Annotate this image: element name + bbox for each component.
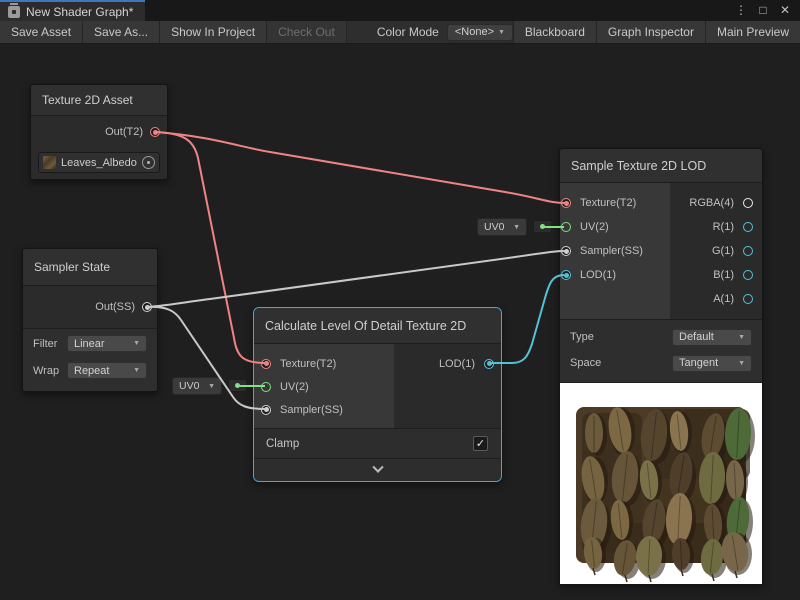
port-in-sampler[interactable] xyxy=(261,405,271,415)
wrap-dropdown[interactable]: Repeat ▼ xyxy=(67,362,147,379)
graph-inspector-toggle-button[interactable]: Graph Inspector xyxy=(597,21,706,43)
port-label-texture: Texture(T2) xyxy=(580,197,636,209)
shader-graph-asset-icon xyxy=(8,6,20,18)
color-mode-dropdown[interactable]: <None> ▼ xyxy=(447,24,513,41)
port-out-b[interactable] xyxy=(743,270,753,280)
node-title: Sampler State xyxy=(23,249,157,286)
port-label-sampler: Sampler(SS) xyxy=(280,404,343,416)
port-label-texture: Texture(T2) xyxy=(280,358,336,370)
uv-port-dot-icon xyxy=(235,383,240,388)
filter-dropdown[interactable]: Linear ▼ xyxy=(67,335,147,352)
type-label: Type xyxy=(570,331,672,343)
uv-connector-sample xyxy=(533,220,552,233)
color-mode-label: Color Mode xyxy=(347,21,447,43)
node-title: Calculate Level Of Detail Texture 2D xyxy=(254,308,501,344)
collapse-chevron-icon xyxy=(372,462,383,473)
node-sample-texture-2d-lod[interactable]: Sample Texture 2D LOD Texture(T2) UV(2) … xyxy=(559,148,763,585)
chevron-down-icon: ▼ xyxy=(498,29,505,36)
node-texture-2d-asset[interactable]: Texture 2D Asset Out(T2) Leaves_Albedo xyxy=(30,84,168,180)
port-in-uv[interactable] xyxy=(561,222,571,232)
texture-preview xyxy=(560,382,762,584)
chevron-down-icon: ▼ xyxy=(738,334,745,341)
port-label-out-ss: Out(SS) xyxy=(95,301,135,313)
space-label: Space xyxy=(570,357,672,369)
port-in-texture[interactable] xyxy=(561,198,571,208)
port-out-g[interactable] xyxy=(743,246,753,256)
check-out-button: Check Out xyxy=(267,21,347,43)
port-label-uv: UV(2) xyxy=(280,381,309,393)
shader-graph-toolbar: Save Asset Save As... Show In Project Ch… xyxy=(0,21,800,44)
port-out-texture2d[interactable] xyxy=(150,127,160,137)
uv-connector-calc xyxy=(228,379,247,392)
chevron-down-icon: ▼ xyxy=(738,360,745,367)
color-mode-value: <None> xyxy=(455,26,494,38)
chevron-down-icon: ▼ xyxy=(208,383,215,390)
uv-channel-value: UV0 xyxy=(179,380,199,392)
object-picker-icon[interactable] xyxy=(142,156,155,169)
port-out-sampler[interactable] xyxy=(142,302,152,312)
port-label-uv: UV(2) xyxy=(580,221,609,233)
main-preview-toggle-button[interactable]: Main Preview xyxy=(706,21,800,43)
save-asset-button[interactable]: Save Asset xyxy=(0,21,83,43)
collapse-node-button[interactable] xyxy=(254,458,501,481)
chevron-down-icon: ▼ xyxy=(513,224,520,231)
close-icon[interactable]: ✕ xyxy=(776,0,794,21)
port-label-lod-out: LOD(1) xyxy=(439,358,475,370)
chevron-down-icon: ▼ xyxy=(133,367,140,374)
port-in-uv[interactable] xyxy=(261,382,271,392)
uv-channel-dropdown-calc[interactable]: UV0 ▼ xyxy=(172,377,222,395)
port-label-out-t2: Out(T2) xyxy=(105,126,143,138)
wrap-label: Wrap xyxy=(33,365,67,377)
clamp-label: Clamp xyxy=(266,438,299,450)
maximize-icon[interactable]: □ xyxy=(754,0,772,21)
node-calculate-lod-texture-2d[interactable]: Calculate Level Of Detail Texture 2D Tex… xyxy=(253,307,502,482)
port-label-lod: LOD(1) xyxy=(580,269,616,281)
texture-thumbnail-icon xyxy=(43,156,56,169)
uv-channel-value: UV0 xyxy=(484,221,504,233)
port-in-texture[interactable] xyxy=(261,359,271,369)
texture-object-field[interactable]: Leaves_Albedo xyxy=(38,152,160,173)
port-out-a[interactable] xyxy=(743,294,753,304)
port-in-sampler[interactable] xyxy=(561,246,571,256)
filter-label: Filter xyxy=(33,338,67,350)
uv-port-dot-icon xyxy=(540,224,545,229)
port-label-g: G(1) xyxy=(712,245,734,257)
port-label-rgba: RGBA(4) xyxy=(689,197,734,209)
tab-title: New Shader Graph* xyxy=(26,5,133,19)
type-dropdown[interactable]: Default ▼ xyxy=(672,329,752,346)
save-as-button[interactable]: Save As... xyxy=(83,21,160,43)
port-out-rgba[interactable] xyxy=(743,198,753,208)
port-label-sampler: Sampler(SS) xyxy=(580,245,643,257)
clamp-checkbox[interactable]: ✓ xyxy=(473,436,488,451)
node-title: Texture 2D Asset xyxy=(31,85,167,116)
port-in-lod[interactable] xyxy=(561,270,571,280)
port-label-b: B(1) xyxy=(713,269,734,281)
uv-channel-dropdown-sample[interactable]: UV0 ▼ xyxy=(477,218,527,236)
node-title: Sample Texture 2D LOD xyxy=(560,149,762,183)
blackboard-toggle-button[interactable]: Blackboard xyxy=(513,21,597,43)
chevron-down-icon: ▼ xyxy=(133,340,140,347)
port-out-lod[interactable] xyxy=(484,359,494,369)
show-in-project-button[interactable]: Show In Project xyxy=(160,21,267,43)
port-out-r[interactable] xyxy=(743,222,753,232)
texture-name: Leaves_Albedo xyxy=(61,157,137,169)
space-dropdown[interactable]: Tangent ▼ xyxy=(672,355,752,372)
node-sampler-state[interactable]: Sampler State Out(SS) Filter Linear ▼ Wr… xyxy=(22,248,158,392)
port-label-a: A(1) xyxy=(713,293,734,305)
window-menu-icon[interactable]: ⋮ xyxy=(732,0,750,21)
tab-new-shader-graph[interactable]: New Shader Graph* xyxy=(0,0,145,21)
title-bar: New Shader Graph* ⋮ □ ✕ xyxy=(0,0,800,21)
port-label-r: R(1) xyxy=(713,221,734,233)
